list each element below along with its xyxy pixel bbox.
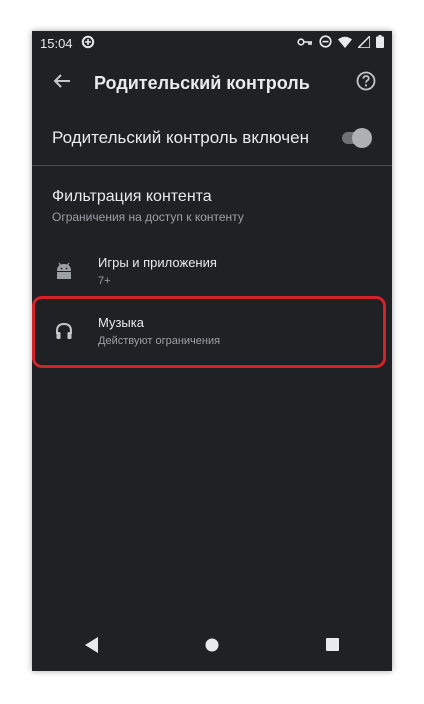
back-triangle-icon [85, 636, 99, 658]
home-circle-icon [205, 638, 219, 657]
status-bar: 15:04 [32, 31, 392, 55]
wifi-icon [338, 36, 352, 51]
parental-control-label: Родительский контроль включен [52, 128, 309, 147]
section-title: Фильтрация контента [52, 188, 212, 205]
item-title: Игры и приложения [98, 255, 217, 270]
status-time: 15:04 [40, 35, 73, 51]
item-subtitle: 7+ [98, 275, 111, 287]
android-icon [52, 259, 76, 283]
nav-back-button[interactable] [68, 623, 116, 671]
highlight-frame [32, 296, 386, 368]
list-item-games-apps[interactable]: Игры и приложения 7+ [32, 242, 392, 300]
nav-home-button[interactable] [188, 623, 236, 671]
parental-control-toggle-row[interactable]: Родительский контроль включен [32, 111, 392, 166]
recents-square-icon [325, 638, 339, 656]
content-filtering-section: Фильтрация контента Ограничения на досту… [32, 166, 392, 224]
back-button[interactable] [38, 59, 86, 107]
do-not-disturb-icon [319, 35, 332, 51]
data-saver-icon [81, 35, 95, 52]
signal-icon [356, 33, 371, 51]
help-button[interactable] [346, 63, 386, 103]
section-subtitle: Ограничения на доступ к контенту [52, 210, 244, 224]
battery-icon [376, 35, 384, 51]
vpn-key-icon [297, 36, 313, 51]
switch-thumb [352, 128, 372, 148]
arrow-back-icon [53, 72, 71, 95]
parental-control-switch[interactable] [340, 128, 372, 148]
app-bar: Родительский контроль [32, 55, 392, 111]
help-circle-icon [356, 71, 376, 96]
nav-recents-button[interactable] [308, 623, 356, 671]
page-title: Родительский контроль [94, 72, 310, 93]
system-nav-bar [32, 623, 392, 671]
